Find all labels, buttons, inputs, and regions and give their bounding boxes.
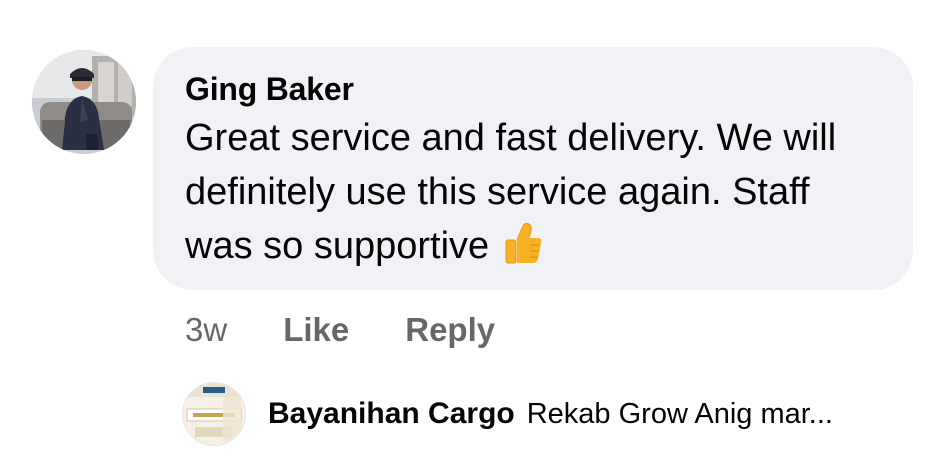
- commenter-avatar[interactable]: [32, 50, 136, 154]
- reply-author-name[interactable]: Bayanihan Cargo: [268, 397, 515, 431]
- bayanihan-logo: [183, 383, 245, 445]
- thumbs-up-icon: [503, 222, 543, 266]
- reply-preview[interactable]: Bayanihan Cargo Rekab Grow Anig mar...: [182, 381, 922, 447]
- like-button[interactable]: Like: [283, 311, 349, 349]
- comment-actions: 3w Like Reply: [185, 308, 495, 352]
- reply-author-avatar[interactable]: [182, 382, 246, 446]
- comment-thread: Ging Baker Great service and fast delive…: [0, 0, 945, 469]
- comment-timestamp[interactable]: 3w: [185, 311, 227, 349]
- comment-author-name[interactable]: Ging Baker: [185, 69, 881, 109]
- commenter-photo: [32, 50, 136, 154]
- reply-button[interactable]: Reply: [405, 311, 495, 349]
- comment-body: Great service and fast delivery. We will…: [185, 111, 885, 273]
- reply-snippet: Rekab Grow Anig mar...: [526, 397, 833, 430]
- comment-bubble: Ging Baker Great service and fast delive…: [153, 47, 913, 290]
